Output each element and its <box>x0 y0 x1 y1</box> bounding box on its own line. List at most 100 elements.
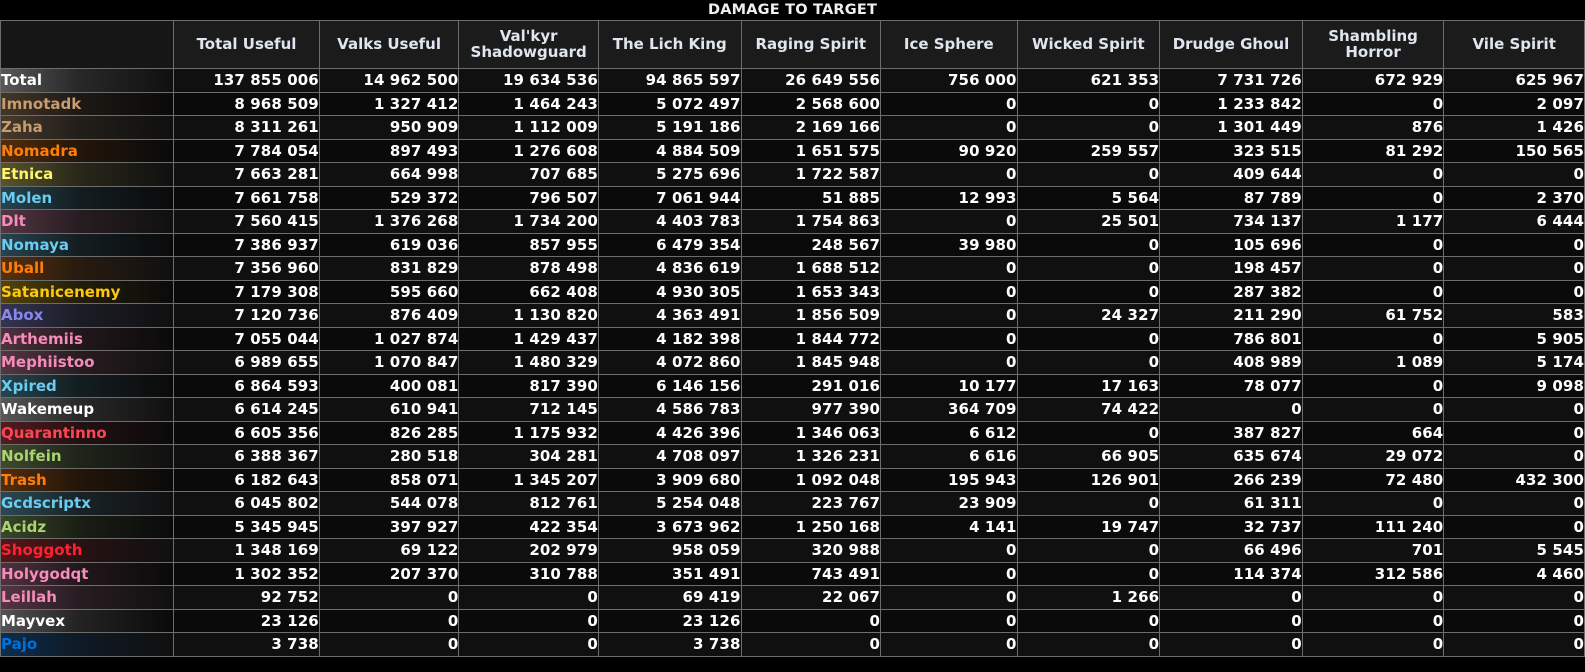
player-name-cell[interactable]: Nomaya <box>0 232 175 257</box>
table-row[interactable]: Xpired 6 864 593 400 081 817 390 6 146 156 29… <box>0 373 1585 398</box>
value-cell: 0 <box>880 115 1018 140</box>
player-name: Imnotadk <box>1 94 82 113</box>
table-row[interactable]: Mayvex 23 126 0 0 23 126 0 0 0 0 0 0 <box>0 608 1585 633</box>
table-row[interactable]: Nomadra 7 784 054 897 493 1 276 608 4 884 50… <box>0 138 1585 163</box>
column-header-name[interactable] <box>0 20 175 69</box>
value-cell: 7 731 726 <box>1159 68 1303 93</box>
value-cell: 66 905 <box>1016 444 1161 469</box>
value-cell: 0 <box>740 608 882 633</box>
value-cell: 397 927 <box>318 514 460 539</box>
column-header-val-kyr-shadowguard[interactable]: Val'kyr Shadowguard <box>458 20 599 69</box>
value-cell: 4 708 097 <box>597 444 742 469</box>
table-row[interactable]: Pajo 3 738 0 0 3 738 0 0 0 0 0 0 <box>0 632 1585 657</box>
table-row[interactable]: Gcdscriptx 6 045 802 544 078 812 761 5 254 0… <box>0 491 1585 516</box>
player-name-cell[interactable]: Acidz <box>0 514 175 539</box>
table-row[interactable]: Abox 7 120 736 876 409 1 130 820 4 363 491 1 … <box>0 303 1585 328</box>
player-name-cell[interactable]: Uball <box>0 256 175 281</box>
value-cell: 2 370 <box>1443 185 1585 210</box>
value-cell: 310 788 <box>458 561 599 586</box>
table-row[interactable]: Acidz 5 345 945 397 927 422 354 3 673 962 1 2… <box>0 514 1585 539</box>
value-cell: 0 <box>1016 256 1161 281</box>
table-row[interactable]: Dlt 7 560 415 1 376 268 1 734 200 4 403 783 1… <box>0 209 1585 234</box>
player-name-cell[interactable]: Zaha <box>0 115 175 140</box>
table-row[interactable]: Nolfein 6 388 367 280 518 304 281 4 708 097 1… <box>0 444 1585 469</box>
table-row[interactable]: Uball 7 356 960 831 829 878 498 4 836 619 1 6… <box>0 256 1585 281</box>
value-cell: 786 801 <box>1159 326 1303 351</box>
value-cell: 0 <box>1016 326 1161 351</box>
table-row[interactable]: Molen 7 661 758 529 372 796 507 7 061 944 51 … <box>0 185 1585 210</box>
player-name-cell[interactable]: Pajo <box>0 632 175 657</box>
column-header-drudge-ghoul[interactable]: Drudge Ghoul <box>1159 20 1303 69</box>
player-name-cell[interactable]: Wakemeup <box>0 397 175 422</box>
table-row[interactable]: Etnica 7 663 281 664 998 707 685 5 275 696 1 … <box>0 162 1585 187</box>
player-name-cell[interactable]: Quarantinno <box>0 420 175 445</box>
value-cell: 0 <box>880 279 1018 304</box>
player-name-cell[interactable]: Gcdscriptx <box>0 491 175 516</box>
table-row[interactable]: Imnotadk 8 968 509 1 327 412 1 464 243 5 072… <box>0 91 1585 116</box>
value-cell: 432 300 <box>1443 467 1585 492</box>
table-row[interactable]: Leillah 92 752 0 0 69 419 22 067 0 1 266 0 0 0 <box>0 585 1585 610</box>
value-cell: 0 <box>1443 491 1585 516</box>
value-cell: 207 370 <box>318 561 460 586</box>
value-cell: 1 429 437 <box>458 326 599 351</box>
table-row[interactable]: Shoggoth 1 348 169 69 122 202 979 958 059 320… <box>0 538 1585 563</box>
value-cell: 5 564 <box>1016 185 1161 210</box>
value-cell: 4 403 783 <box>597 209 742 234</box>
player-name-cell[interactable]: Leillah <box>0 585 175 610</box>
value-cell: 126 901 <box>1016 467 1161 492</box>
column-header-shambling-horror[interactable]: Shambling Horror <box>1301 20 1445 69</box>
player-name-cell[interactable]: Total <box>0 68 175 93</box>
value-cell: 5 905 <box>1443 326 1585 351</box>
value-cell: 320 988 <box>740 538 882 563</box>
player-name-cell[interactable]: Trash <box>0 467 175 492</box>
player-name: Wakemeup <box>1 400 95 419</box>
column-header-ice-sphere[interactable]: Ice Sphere <box>880 20 1018 69</box>
table-row[interactable]: Total 137 855 006 14 962 500 19 634 536 94 8… <box>0 68 1585 93</box>
table-row[interactable]: Zaha 8 311 261 950 909 1 112 009 5 191 186 2 … <box>0 115 1585 140</box>
player-name-cell[interactable]: Abox <box>0 303 175 328</box>
table-row[interactable]: Wakemeup 6 614 245 610 941 712 145 4 586 783… <box>0 397 1585 422</box>
value-cell: 195 943 <box>880 467 1018 492</box>
player-name-cell[interactable]: Satanicenemy <box>0 279 175 304</box>
column-header-raging-spirit[interactable]: Raging Spirit <box>740 20 882 69</box>
value-cell: 408 989 <box>1159 350 1303 375</box>
player-name-cell[interactable]: Imnotadk <box>0 91 175 116</box>
player-name-cell[interactable]: Molen <box>0 185 175 210</box>
player-name-cell[interactable]: Dlt <box>0 209 175 234</box>
player-name-cell[interactable]: Mayvex <box>0 608 175 633</box>
table-row[interactable]: Mephiistoo 6 989 655 1 070 847 1 480 329 4 0… <box>0 350 1585 375</box>
value-cell: 2 097 <box>1443 91 1585 116</box>
table-row[interactable]: Quarantinno 6 605 356 826 285 1 175 932 4 42… <box>0 420 1585 445</box>
value-cell: 1 376 268 <box>318 209 460 234</box>
value-cell: 61 752 <box>1301 303 1445 328</box>
player-name-cell[interactable]: Xpired <box>0 373 175 398</box>
player-name-cell[interactable]: Mephiistoo <box>0 350 175 375</box>
player-name-cell[interactable]: Arthemiis <box>0 326 175 351</box>
player-name-cell[interactable]: Etnica <box>0 162 175 187</box>
player-name: Gcdscriptx <box>1 494 91 513</box>
table-row[interactable]: Nomaya 7 386 937 619 036 857 955 6 479 354 24… <box>0 232 1585 257</box>
table-row[interactable]: Arthemiis 7 055 044 1 027 874 1 429 437 4 18… <box>0 326 1585 351</box>
column-header-wicked-spirit[interactable]: Wicked Spirit <box>1016 20 1161 69</box>
player-name-cell[interactable]: Shoggoth <box>0 538 175 563</box>
player-name-cell[interactable]: Nomadra <box>0 138 175 163</box>
value-cell: 0 <box>1159 397 1303 422</box>
table-row[interactable]: Trash 6 182 643 858 071 1 345 207 3 909 680 1… <box>0 467 1585 492</box>
value-cell: 5 191 186 <box>597 115 742 140</box>
value-cell: 0 <box>1016 561 1161 586</box>
column-header-vile-spirit[interactable]: Vile Spirit <box>1443 20 1585 69</box>
player-name-cell[interactable]: Holygodqt <box>0 561 175 586</box>
value-cell: 0 <box>1443 632 1585 657</box>
table-row[interactable]: Satanicenemy 7 179 308 595 660 662 408 4 930… <box>0 279 1585 304</box>
player-name: Quarantinno <box>1 423 107 442</box>
value-cell: 4 182 398 <box>597 326 742 351</box>
column-header-valks-useful[interactable]: Valks Useful <box>318 20 460 69</box>
table-row[interactable]: Holygodqt 1 302 352 207 370 310 788 351 491 7… <box>0 561 1585 586</box>
value-cell: 1 301 449 <box>1159 115 1303 140</box>
column-header-the-lich-king[interactable]: The Lich King <box>597 20 742 69</box>
player-name-cell[interactable]: Nolfein <box>0 444 175 469</box>
value-cell: 0 <box>1016 420 1161 445</box>
column-header-total-useful[interactable]: Total Useful <box>173 20 320 69</box>
value-cell: 0 <box>318 632 460 657</box>
table-body: Total 137 855 006 14 962 500 19 634 536 94 8… <box>0 68 1585 657</box>
